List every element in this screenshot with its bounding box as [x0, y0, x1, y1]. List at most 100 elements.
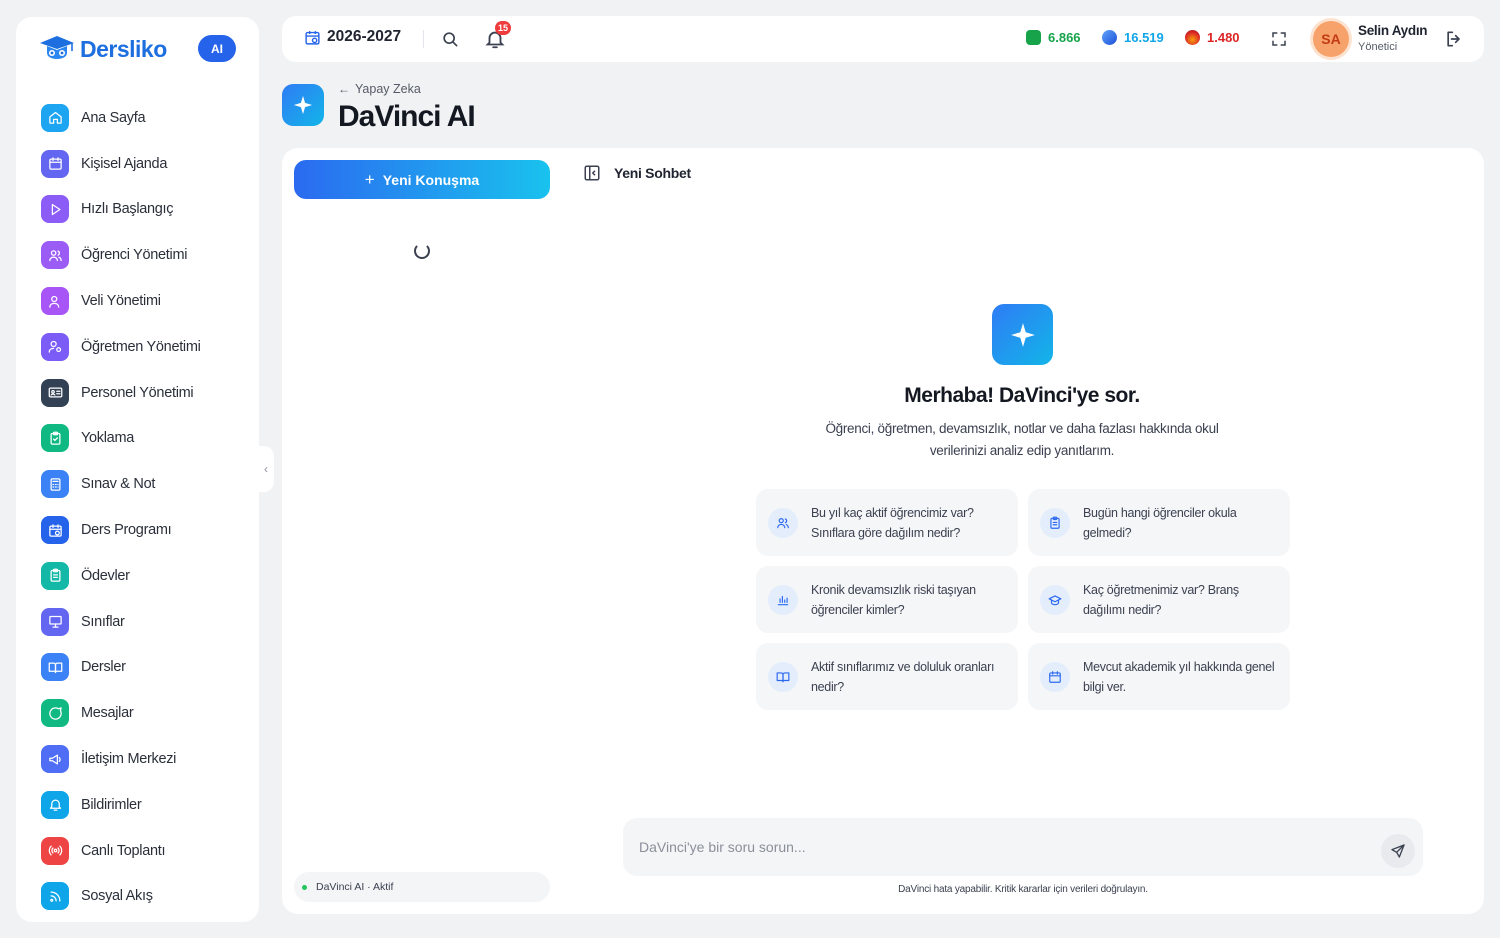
sidebar-panel-icon [584, 165, 600, 181]
sidebar-item-yoklama[interactable]: Yoklama [41, 416, 251, 462]
coin-green-value: 6.866 [1048, 30, 1081, 45]
sidebar-item-sosyal-akış[interactable]: Sosyal Akış [41, 874, 251, 920]
logout-button[interactable] [1444, 29, 1464, 49]
graduation-owl-logo-icon [40, 36, 74, 59]
new-conversation-button[interactable]: + Yeni Konuşma [294, 160, 550, 199]
bell-icon [41, 790, 69, 819]
search-icon [443, 32, 458, 47]
suggestion-card[interactable]: Bu yıl kaç aktif öğrencimiz var? Sınıfla… [756, 489, 1018, 556]
academic-year: 2026-2027 [327, 28, 402, 45]
megaphone-icon [41, 745, 69, 774]
status-indicator: DaVinci AI · Aktif [294, 872, 550, 902]
suggestion-text: Kaç öğretmenimiz var? Branş dağılımı ned… [1083, 582, 1239, 617]
hero-sparkle-icon [992, 304, 1053, 365]
sidebar-item-canlı-toplantı[interactable]: Canlı Toplantı [41, 828, 251, 874]
academic-year-selector[interactable]: 2026-2027 [304, 28, 401, 46]
graduation-cap-icon [1040, 584, 1070, 615]
sidebar-item-label: Öğrenci Yönetimi [81, 247, 188, 264]
divider [423, 30, 424, 48]
status-text: DaVinci AI · Aktif [316, 881, 394, 893]
calendar-icon [41, 149, 69, 178]
sidebar-item-mesajlar[interactable]: Mesajlar [41, 690, 251, 736]
page-title: DaVinci AI [338, 100, 476, 133]
calculator-icon [41, 470, 69, 499]
clipboard-icon [41, 561, 69, 590]
sidebar-item-label: Sosyal Akış [81, 888, 153, 905]
id-card-icon [41, 378, 69, 407]
clipboard-icon [1040, 507, 1070, 538]
message-circle-icon [41, 699, 69, 728]
suggestion-card[interactable]: Kronik devamsızlık riski taşıyan öğrenci… [756, 566, 1018, 633]
coin-blue[interactable]: 16.519 [1102, 30, 1164, 45]
suggestion-text: Bugün hangi öğrenciler okula gelmedi? [1083, 505, 1237, 540]
sidebar-item-label: İletişim Merkezi [81, 751, 177, 768]
avatar[interactable]: SA [1313, 21, 1349, 57]
breadcrumb[interactable]: ← Yapay Zeka [338, 82, 421, 96]
sidebar-item-hızlı-başlangıç[interactable]: Hızlı Başlangıç [41, 187, 251, 233]
users-icon [41, 241, 69, 270]
suggestion-text: Bu yıl kaç aktif öğrencimiz var? Sınıfla… [811, 505, 974, 540]
sidebar-item-sınav-not[interactable]: Sınav & Not [41, 461, 251, 507]
send-icon [1391, 844, 1405, 858]
logout-icon [1447, 31, 1460, 47]
chat-panel: + Yeni Konuşma DaVinci AI · Aktif Yeni S… [282, 148, 1484, 914]
sidebar-item-öğrenci-yönetimi[interactable]: Öğrenci Yönetimi [41, 232, 251, 278]
sidebar-item-label: Kişisel Ajanda [81, 155, 168, 172]
breadcrumb-label: Yapay Zeka [355, 82, 421, 96]
sidebar-item-label: Yoklama [81, 430, 134, 447]
topbar: 2026-2027 15 6.866 16.519 1.480 SA Selin… [282, 16, 1484, 62]
sidebar-item-label: Öğretmen Yönetimi [81, 338, 201, 355]
hero-title: Merhaba! DaVinci'ye sor. [904, 384, 1140, 407]
chat-input-container [623, 818, 1423, 876]
page-sparkle-icon [282, 84, 324, 126]
play-icon [41, 195, 69, 224]
green-gem-icon [1026, 30, 1041, 45]
ai-badge[interactable]: AI [198, 35, 236, 62]
bar-chart-icon [768, 584, 798, 615]
users-icon [768, 507, 798, 538]
sidebar-item-ödevler[interactable]: Ödevler [41, 553, 251, 599]
sidebar-item-label: Sınıflar [81, 613, 125, 630]
suggestion-card[interactable]: Kaç öğretmenimiz var? Branş dağılımı ned… [1028, 566, 1290, 633]
suggestion-card[interactable]: Bugün hangi öğrenciler okula gelmedi? [1028, 489, 1290, 556]
suggestion-text: Mevcut akademik yıl hakkında genel bilgi… [1083, 659, 1275, 694]
sidebar-item-label: Dersler [81, 659, 126, 676]
brand-logo[interactable]: Dersliko [38, 33, 167, 65]
status-dot [302, 884, 307, 890]
sidebar-item-dersler[interactable]: Dersler [41, 645, 251, 691]
user-name[interactable]: Selin Aydın [1358, 23, 1428, 38]
presentation-icon [41, 607, 69, 636]
suggestion-card[interactable]: Mevcut akademik yıl hakkında genel bilgi… [1028, 643, 1290, 710]
fullscreen-button[interactable] [1270, 30, 1288, 48]
sidebar-collapse-button[interactable]: ‹ [258, 446, 274, 492]
sidebar-item-personel-yönetimi[interactable]: Personel Yönetimi [41, 370, 251, 416]
sidebar-item-ders-programı[interactable]: Ders Programı [41, 507, 251, 553]
sidebar-item-bildirimler[interactable]: Bildirimler [41, 782, 251, 828]
calendar-icon [1040, 661, 1070, 692]
send-button[interactable] [1381, 834, 1415, 868]
broadcast-icon [41, 836, 69, 865]
suggestion-card[interactable]: Aktif sınıflarımız ve doluluk oranları n… [756, 643, 1018, 710]
notification-count-badge: 15 [495, 21, 512, 35]
search-button[interactable] [440, 29, 460, 49]
user-gear-icon [41, 332, 69, 361]
user-heart-icon [41, 287, 69, 316]
calendar-icon [305, 30, 320, 45]
sidebar-item-ana-sayfa[interactable]: Ana Sayfa [41, 95, 251, 141]
sidebar-item-sınıflar[interactable]: Sınıflar [41, 599, 251, 645]
sidebar-item-veli-yönetimi[interactable]: Veli Yönetimi [41, 278, 251, 324]
sidebar-item-label: Sınav & Not [81, 476, 156, 493]
chat-input[interactable] [639, 818, 1359, 876]
hero-subtitle: Öğrenci, öğretmen, devamsızlık, notlar v… [825, 421, 1219, 458]
coin-fire[interactable]: 1.480 [1185, 30, 1240, 45]
sidebar-item-öğretmen-yönetimi[interactable]: Öğretmen Yönetimi [41, 324, 251, 370]
book-open-icon [768, 661, 798, 692]
sidebar-item-kişisel-ajanda[interactable]: Kişisel Ajanda [41, 141, 251, 187]
sidebar-item-label: Canlı Toplantı [81, 842, 166, 859]
toggle-history-button[interactable] [583, 164, 601, 182]
sidebar-item-label: Ana Sayfa [81, 109, 146, 126]
sidebar: Dersliko AI Ana Sayfa Kişisel Ajanda Hızlı… [16, 17, 259, 922]
book-open-icon [41, 653, 69, 682]
sidebar-item-i-letişim-merkezi[interactable]: İletişim Merkezi [41, 736, 251, 782]
coin-green[interactable]: 6.866 [1026, 30, 1081, 45]
